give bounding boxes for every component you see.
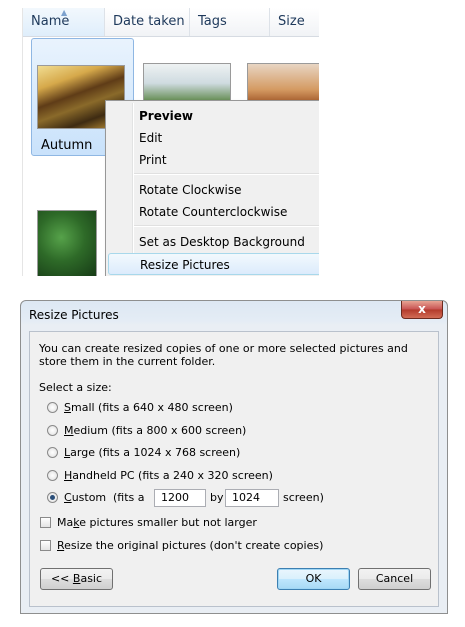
option-small-label: mall (fits a 640 x 480 screen) <box>70 401 233 414</box>
option-medium-accel: M <box>64 424 74 437</box>
basic-button-prefix: << <box>50 572 73 585</box>
menu-item-rotate-counterclockwise[interactable]: Rotate Counterclockwise <box>108 201 319 223</box>
basic-button-label: asic <box>80 572 103 585</box>
dialog-client-area: You can create resized copies of one or … <box>29 331 439 607</box>
dialog-description: You can create resized copies of one or … <box>39 342 408 368</box>
radio-handheld-pc[interactable] <box>47 469 58 481</box>
file-item-label: Autumn <box>41 138 93 153</box>
custom-fits-a-label: (fits a <box>113 491 145 504</box>
radio-custom[interactable] <box>47 491 58 503</box>
custom-by-label: by <box>210 491 224 504</box>
checkbox-smaller-pre: Ma <box>57 516 74 529</box>
close-icon: x <box>418 302 426 316</box>
menu-item-rotate-clockwise[interactable]: Rotate Clockwise <box>108 179 319 201</box>
option-custom-label: ustom <box>71 491 107 504</box>
checkbox-resize-originals[interactable]: Resize the original pictures (don't crea… <box>40 537 323 555</box>
dialog-title: Resize Pictures <box>29 308 119 322</box>
menu-item-preview[interactable]: Preview <box>108 105 319 127</box>
close-button[interactable]: x <box>401 301 443 319</box>
ok-button[interactable]: OK <box>277 568 350 590</box>
option-handheld-pc[interactable]: Handheld PC (fits a 240 x 320 screen) <box>47 467 273 485</box>
option-custom-accel: C <box>64 491 72 504</box>
option-small-accel: S <box>64 401 71 414</box>
cancel-button[interactable]: Cancel <box>358 568 431 590</box>
custom-width-input[interactable]: 1200 <box>154 489 206 507</box>
checkbox-smaller-label: e pictures smaller but not larger <box>79 516 257 529</box>
column-header-name[interactable]: ▲ Name <box>23 8 105 36</box>
select-size-label: Select a size: <box>39 381 112 394</box>
menu-item-resize-pictures[interactable]: Resize Pictures <box>108 253 319 275</box>
checkbox-smaller-box[interactable] <box>40 516 51 528</box>
custom-height-input[interactable]: 1024 <box>225 489 279 507</box>
column-header-tags[interactable]: Tags <box>190 8 270 36</box>
basic-button[interactable]: << Basic <box>40 568 113 590</box>
option-large-label: arge (fits a 1024 x 768 screen) <box>70 446 241 459</box>
thumbnail-green-leaves[interactable] <box>37 210 97 276</box>
option-custom[interactable]: Custom (fits a 1200 by 1024 screen) <box>47 489 407 507</box>
menu-separator <box>134 173 319 175</box>
column-header-bar: ▲ Name Date taken Tags Size <box>23 8 319 37</box>
checkbox-resize-box[interactable] <box>40 539 51 551</box>
checkbox-smaller-not-larger[interactable]: Make pictures smaller but not larger <box>40 514 257 532</box>
option-small[interactable]: Small (fits a 640 x 480 screen) <box>47 399 233 417</box>
menu-item-print[interactable]: Print <box>108 149 319 171</box>
column-header-size[interactable]: Size <box>270 8 319 36</box>
resize-pictures-dialog: Resize Pictures x You can create resized… <box>20 300 448 614</box>
radio-small[interactable] <box>47 401 58 413</box>
explorer-file-list: ▲ Name Date taken Tags Size Autumn c Pre… <box>22 8 319 276</box>
custom-screen-label: screen) <box>283 491 324 504</box>
context-menu: Preview Edit Print Rotate Clockwise Rota… <box>105 100 319 276</box>
menu-item-edit[interactable]: Edit <box>108 127 319 149</box>
menu-separator <box>134 225 319 227</box>
column-header-date-taken[interactable]: Date taken <box>105 8 190 36</box>
option-large[interactable]: Large (fits a 1024 x 768 screen) <box>47 444 240 462</box>
dialog-titlebar[interactable]: Resize Pictures x <box>21 301 447 329</box>
sort-ascending-icon: ▲ <box>61 8 68 17</box>
option-medium[interactable]: Medium (fits a 800 x 600 screen) <box>47 422 246 440</box>
menu-item-set-desktop-background[interactable]: Set as Desktop Background <box>108 231 319 253</box>
option-medium-label: edium (fits a 800 x 600 screen) <box>73 424 247 437</box>
radio-large[interactable] <box>47 446 58 458</box>
checkbox-resize-label: esize the original pictures (don't creat… <box>64 539 324 552</box>
radio-medium[interactable] <box>47 424 58 436</box>
option-handheld-label: andheld PC (fits a 240 x 320 screen) <box>72 469 273 482</box>
